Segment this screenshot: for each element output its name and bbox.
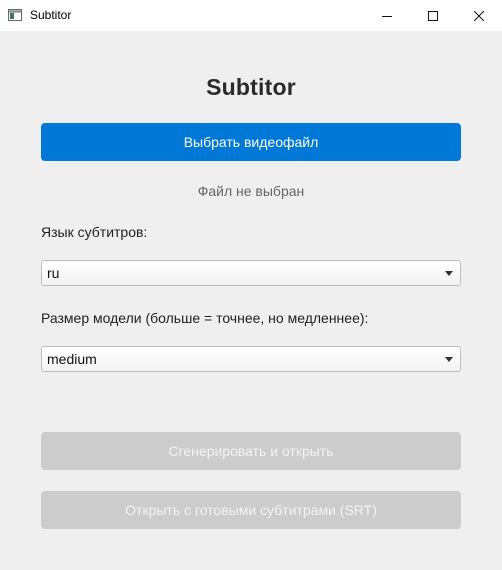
- language-select-value: ru: [47, 265, 60, 281]
- close-icon: [474, 10, 484, 21]
- window-title: Subtitor: [30, 8, 72, 22]
- chevron-down-icon: [445, 271, 453, 276]
- file-status-text: Файл не выбран: [197, 183, 305, 199]
- select-video-button[interactable]: Выбрать видеофайл: [41, 123, 461, 161]
- language-select[interactable]: ru: [41, 260, 461, 286]
- open-with-srt-button[interactable]: Открыть с готовыми субтитрами (SRT): [41, 491, 461, 529]
- maximize-icon: [428, 10, 438, 21]
- minimize-button[interactable]: [364, 0, 410, 31]
- language-label: Язык субтитров:: [41, 224, 148, 240]
- app-window: Subtitor Subtitor Выбрать видеофайл Файл…: [0, 0, 502, 570]
- minimize-icon: [382, 15, 392, 17]
- model-size-select[interactable]: medium: [41, 346, 461, 372]
- model-size-label: Размер модели (больше = точнее, но медле…: [41, 310, 369, 326]
- close-button[interactable]: [456, 0, 502, 31]
- model-size-select-value: medium: [47, 351, 97, 367]
- maximize-button[interactable]: [410, 0, 456, 31]
- app-title: Subtitor: [206, 74, 296, 100]
- app-window-icon: [8, 8, 22, 22]
- generate-and-open-button[interactable]: Сгенерировать и открыть: [41, 432, 461, 470]
- title-bar[interactable]: Subtitor: [0, 0, 502, 31]
- chevron-down-icon: [445, 357, 453, 362]
